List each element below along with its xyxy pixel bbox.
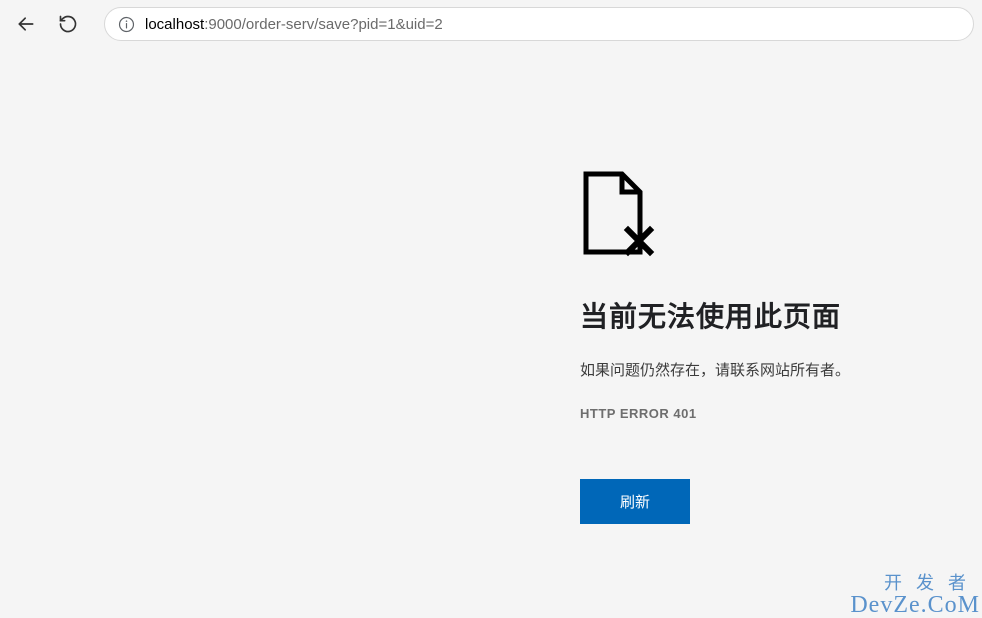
url-rest: :9000/order-serv/save?pid=1&uid=2 <box>204 16 443 33</box>
info-icon[interactable] <box>117 15 135 33</box>
error-title: 当前无法使用此页面 <box>580 295 940 335</box>
reload-button[interactable]: 刷新 <box>580 479 690 524</box>
arrow-left-icon <box>16 14 36 34</box>
watermark-line2: DevZe.CoM <box>850 593 980 618</box>
watermark: 开发者 DevZe.CoM <box>850 574 980 618</box>
error-content: 当前无法使用此页面 如果问题仍然存在，请联系网站所有者。 HTTP ERROR … <box>580 170 940 524</box>
url-text: localhost:9000/order-serv/save?pid=1&uid… <box>145 16 443 33</box>
error-message: 如果问题仍然存在，请联系网站所有者。 <box>580 359 940 380</box>
watermark-line1: 开发者 <box>850 574 980 593</box>
url-host: localhost <box>145 16 204 33</box>
back-button[interactable] <box>8 6 44 42</box>
address-bar[interactable]: localhost:9000/order-serv/save?pid=1&uid… <box>104 7 974 41</box>
file-error-icon <box>580 170 940 263</box>
reload-icon <box>58 14 78 34</box>
reload-nav-button[interactable] <box>50 6 86 42</box>
browser-toolbar: localhost:9000/order-serv/save?pid=1&uid… <box>0 0 982 48</box>
error-code: HTTP ERROR 401 <box>580 406 940 421</box>
